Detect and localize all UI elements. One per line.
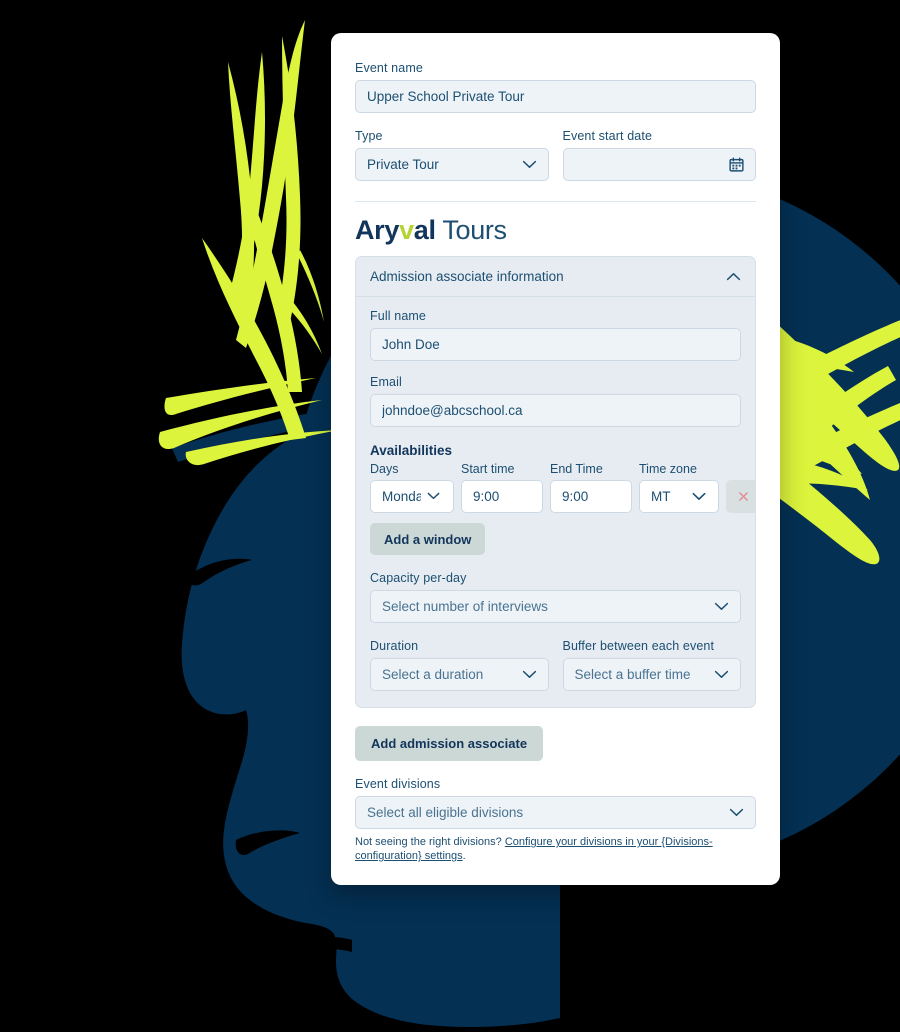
buffer-group: Buffer between each event Select a buffe… (562, 639, 741, 691)
panel-title: Admission associate information (370, 269, 564, 284)
close-icon (738, 490, 749, 504)
panel-body: Full name John Doe Email johndoe@abcscho… (356, 297, 755, 707)
type-and-date-row: Type Private Tour Event start date (355, 129, 756, 181)
availabilities-column-time-zone: Time zone (639, 462, 697, 476)
capacity-label: Capacity per-day (370, 571, 467, 585)
delete-availability-button[interactable] (726, 480, 755, 513)
event-divisions-label: Event divisions (355, 777, 441, 791)
duration-value: Select a duration (382, 667, 484, 682)
event-form-card: Event name Upper School Private Tour Typ… (331, 33, 780, 886)
logo-part-1: Ary (355, 215, 400, 245)
time-zone-select[interactable]: MT (639, 480, 719, 513)
type-select[interactable]: Private Tour (355, 148, 549, 181)
admission-associate-panel: Admission associate information Full nam… (355, 256, 756, 708)
add-a-window-button[interactable]: Add a window (370, 523, 486, 555)
helper-prefix: Not seeing the right divisions? (355, 836, 505, 848)
chevron-down-icon (714, 602, 729, 611)
event-name-label: Event name (355, 61, 423, 75)
chevron-down-icon (427, 492, 442, 501)
type-value: Private Tour (367, 157, 439, 172)
end-time-value: 9:00 (562, 489, 589, 504)
duration-group: Duration Select a duration (370, 639, 549, 691)
event-divisions-select[interactable]: Select all eligible divisions (355, 796, 756, 829)
event-divisions-value: Select all eligible divisions (367, 805, 524, 820)
type-label: Type (355, 129, 383, 143)
email-input[interactable]: johndoe@abcschool.ca (370, 394, 741, 427)
type-group: Type Private Tour (355, 129, 549, 181)
silhouette-mouth-cut (235, 830, 300, 856)
availabilities-column-start-time: Start time (461, 462, 515, 476)
event-start-date-group: Event start date (562, 129, 756, 181)
day-value: Monday (382, 489, 421, 504)
event-divisions-group: Event divisions Select all eligible divi… (355, 777, 756, 863)
chevron-down-icon (522, 670, 537, 679)
full-name-input[interactable]: John Doe (370, 328, 741, 361)
logo-accent-v: v (399, 215, 414, 245)
buffer-label: Buffer between each event (562, 639, 715, 653)
event-name-group: Event name Upper School Private Tour (355, 61, 756, 113)
full-name-label: Full name (370, 309, 427, 323)
start-time-value: 9:00 (473, 489, 500, 504)
chevron-down-icon (692, 492, 707, 501)
event-start-date-input[interactable] (562, 148, 756, 181)
add-admission-associate-button[interactable]: Add admission associate (355, 726, 544, 761)
availabilities-header-row: Days Start time End Time Time zone (370, 462, 741, 476)
panel-header[interactable]: Admission associate information (356, 257, 755, 297)
duration-and-buffer-row: Duration Select a duration Buffer betwee… (370, 639, 741, 691)
chevron-down-icon (522, 160, 537, 169)
logo-part-2: al (413, 215, 436, 245)
event-start-date-label: Event start date (562, 129, 653, 143)
chevron-down-icon (714, 670, 729, 679)
full-name-group: Full name John Doe (370, 309, 741, 361)
email-label: Email (370, 375, 402, 389)
silhouette-brow-cut (186, 558, 252, 586)
event-name-value: Upper School Private Tour (367, 89, 525, 104)
email-group: Email johndoe@abcschool.ca (370, 375, 741, 427)
time-zone-value: MT (651, 489, 671, 504)
aryval-tours-logo: Aryval Tours (355, 217, 756, 244)
availabilities-column-days: Days (370, 462, 399, 476)
capacity-group: Capacity per-day Select number of interv… (370, 571, 741, 623)
logo-part-tours: Tours (435, 215, 507, 245)
event-divisions-helper-text: Not seeing the right divisions? Configur… (355, 835, 756, 863)
end-time-input[interactable]: 9:00 (550, 480, 632, 513)
lime-brush-left (158, 20, 340, 466)
availability-row: Monday 9:00 9:00 MT (370, 480, 755, 513)
chevron-up-icon[interactable] (726, 272, 741, 281)
day-select[interactable]: Monday (370, 480, 454, 513)
buffer-value: Select a buffer time (574, 667, 691, 682)
email-value: johndoe@abcschool.ca (382, 403, 523, 418)
availabilities-column-actions (726, 462, 755, 476)
screenshot-stage: Event name Upper School Private Tour Typ… (0, 0, 900, 1032)
availabilities-title: Availabilities (370, 443, 453, 458)
availabilities-column-end-time: End Time (550, 462, 603, 476)
chevron-down-icon (729, 808, 744, 817)
capacity-select[interactable]: Select number of interviews (370, 590, 741, 623)
duration-label: Duration (370, 639, 419, 653)
full-name-value: John Doe (382, 337, 440, 352)
buffer-select[interactable]: Select a buffer time (562, 658, 741, 691)
helper-suffix: . (462, 850, 466, 863)
section-divider (355, 201, 756, 202)
capacity-value: Select number of interviews (382, 599, 548, 614)
duration-select[interactable]: Select a duration (370, 658, 549, 691)
event-name-input[interactable]: Upper School Private Tour (355, 80, 756, 113)
silhouette-chin-cut (300, 937, 352, 952)
calendar-icon[interactable] (729, 157, 744, 172)
start-time-input[interactable]: 9:00 (461, 480, 543, 513)
